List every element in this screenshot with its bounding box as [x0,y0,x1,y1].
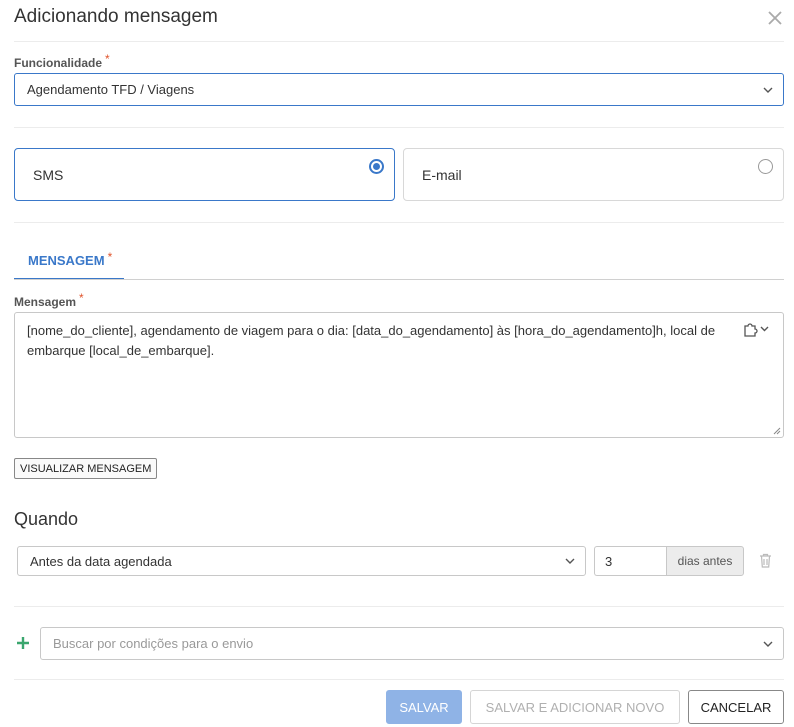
puzzle-icon[interactable] [742,320,770,338]
conditions-placeholder: Buscar por condições para o envio [53,636,254,651]
quando-title: Quando [14,509,79,529]
add-condition-icon[interactable] [16,636,30,650]
preview-message-button[interactable]: VISUALIZAR MENSAGEM [14,458,158,479]
funcionalidade-value: Agendamento TFD / Viagens [27,82,195,97]
mensagem-label: Mensagem * [14,291,84,309]
trash-icon[interactable] [759,553,772,568]
days-input[interactable]: 3 [594,546,667,576]
tab-mensagem[interactable]: MENSAGEM * [14,246,124,280]
conditions-search[interactable]: Buscar por condições para o envio [40,627,784,660]
resize-handle-icon[interactable] [773,427,781,435]
mensagem-textarea[interactable]: [nome_do_cliente], agendamento de viagem… [14,312,784,438]
chevron-down-icon [763,87,773,93]
required-mark: * [105,52,110,66]
dialog-title: Adicionando mensagem [14,6,218,27]
channel-option-email[interactable]: E-mail [403,148,784,201]
divider [14,41,784,42]
divider [14,606,784,607]
divider [14,127,784,128]
channel-email-label: E-mail [422,166,462,183]
close-icon[interactable] [766,9,784,27]
radio-sms[interactable] [369,159,384,174]
funcionalidade-select[interactable]: Agendamento TFD / Viagens [14,73,784,106]
mensagem-text: [nome_do_cliente], agendamento de viagem… [27,323,716,358]
radio-email[interactable] [758,159,773,174]
required-mark: * [107,250,113,264]
channel-sms-label: SMS [33,166,64,183]
divider [14,222,784,223]
funcionalidade-label: Funcionalidade * [14,52,110,70]
chevron-down-icon [763,641,773,647]
save-button[interactable]: SALVAR [386,690,462,724]
cancel-button[interactable]: CANCELAR [688,690,784,724]
when-select[interactable]: Antes da data agendada [17,546,586,576]
tab-underline [14,279,784,280]
divider [14,679,784,680]
save-and-new-button[interactable]: SALVAR E ADICIONAR NOVO [470,690,680,724]
required-mark: * [79,291,84,305]
channel-option-sms[interactable]: SMS [14,148,395,201]
chevron-down-icon [565,558,575,564]
days-suffix: dias antes [666,546,744,576]
when-value: Antes da data agendada [30,553,172,569]
